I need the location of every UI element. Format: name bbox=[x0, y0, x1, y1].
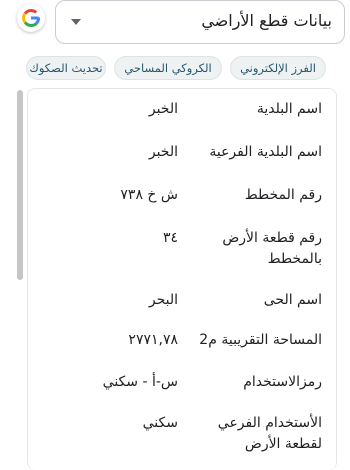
field-value: ٢٧٧١,٧٨ bbox=[128, 332, 178, 348]
layer-select-dropdown[interactable]: بيانات قطع الأراضي bbox=[55, 0, 345, 44]
field-label: المساحة التقريبية م2 bbox=[199, 332, 322, 348]
google-icon[interactable] bbox=[17, 4, 45, 32]
field-value: ش خ ٧٣٨ bbox=[120, 187, 178, 203]
field-label: رمزالاستخدام bbox=[243, 374, 322, 390]
field-value: الخبر bbox=[148, 144, 178, 160]
tab-electronic-sorting[interactable]: الفرز الإلكتروني bbox=[230, 56, 326, 80]
field-value: ٣٤ bbox=[162, 230, 178, 246]
scrollbar[interactable] bbox=[17, 90, 23, 280]
field-label: رقم المخطط bbox=[244, 187, 322, 203]
field-value: البحر bbox=[148, 292, 178, 308]
field-value: س-أ - سكني bbox=[102, 374, 178, 390]
land-details-panel: اسم البلدية الخبر اسم البلدية الفرعية ال… bbox=[27, 88, 337, 470]
field-label: الأستخدام الفرعي لقطعة الأرض bbox=[217, 415, 322, 452]
field-label: رقم قطعة الأرض بالمخطط bbox=[222, 230, 322, 267]
tab-update-deeds[interactable]: تحديث الصكوك bbox=[26, 56, 106, 80]
field-value: الخبر bbox=[148, 101, 178, 117]
field-label: اسم الحى bbox=[263, 292, 322, 308]
field-label: اسم البلدية الفرعية bbox=[209, 144, 322, 160]
chevron-down-icon[interactable] bbox=[71, 19, 81, 25]
dropdown-selected-value: بيانات قطع الأراضي bbox=[201, 11, 332, 30]
tab-survey-sketch[interactable]: الكروكي المساحي bbox=[114, 56, 222, 80]
field-value: سكني bbox=[142, 415, 178, 431]
field-label: اسم البلدية bbox=[256, 101, 322, 117]
action-tabs: الفرز الإلكتروني الكروكي المساحي تحديث ا… bbox=[0, 56, 350, 86]
